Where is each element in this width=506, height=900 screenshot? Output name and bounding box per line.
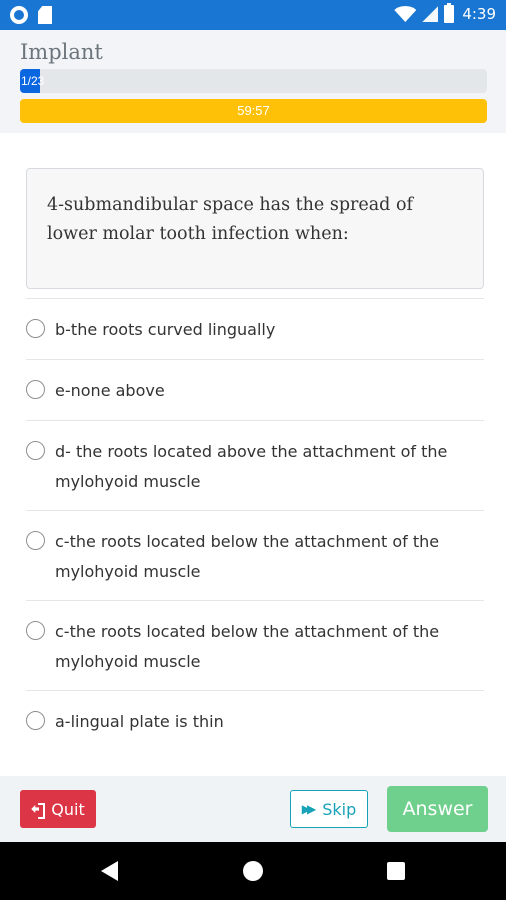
back-icon[interactable]	[101, 861, 118, 881]
answer-button[interactable]: Answer	[387, 786, 488, 832]
sd-card-icon	[38, 6, 52, 24]
answer-option[interactable]: a-lingual plate is thin	[26, 690, 484, 751]
skip-button[interactable]: ▶▶ Skip	[290, 790, 368, 828]
radio-button[interactable]	[26, 319, 45, 338]
radio-button[interactable]	[26, 711, 45, 730]
quiz-header: Implant 1/23 59:57	[0, 30, 506, 133]
answer-option[interactable]: e-none above	[26, 359, 484, 420]
quit-button[interactable]: Quit	[20, 790, 96, 828]
question-card: 4-submandibular space has the spread of …	[26, 168, 484, 289]
radio-button[interactable]	[26, 621, 45, 640]
answer-option[interactable]: c-the roots located below the attachment…	[26, 600, 484, 690]
recents-icon[interactable]	[387, 862, 405, 880]
question-progress-bar: 1/23	[20, 69, 487, 93]
answer-option[interactable]: c-the roots located below the attachment…	[26, 510, 484, 600]
question-text: 4-submandibular space has the spread of …	[47, 195, 413, 244]
quit-label: Quit	[51, 799, 85, 819]
skip-label: Skip	[322, 799, 357, 819]
signal-icon	[422, 6, 439, 22]
home-icon[interactable]	[243, 861, 263, 881]
action-footer: Quit ▶▶ Skip Answer	[0, 776, 506, 842]
status-bar: 4:39	[0, 0, 506, 30]
battery-icon	[444, 3, 455, 23]
clock: 4:39	[462, 5, 496, 23]
radio-button[interactable]	[26, 531, 45, 550]
answer-option[interactable]: d- the roots located above the attachmen…	[26, 420, 484, 510]
option-label: b-the roots curved lingually	[55, 320, 276, 339]
quiz-title: Implant	[20, 40, 103, 64]
progress-label: 1/23	[21, 74, 45, 88]
wifi-icon	[394, 6, 417, 22]
answer-options: b-the roots curved lingually e-none abov…	[26, 298, 484, 751]
system-nav-bar	[0, 842, 506, 900]
fast-forward-icon: ▶▶	[301, 802, 317, 816]
countdown-timer: 59:57	[20, 99, 487, 123]
sync-ring-icon	[10, 6, 28, 24]
radio-button[interactable]	[26, 380, 45, 399]
radio-button[interactable]	[26, 441, 45, 460]
option-label: c-the roots located below the attachment…	[55, 532, 440, 581]
answer-option[interactable]: b-the roots curved lingually	[26, 298, 484, 359]
option-label: a-lingual plate is thin	[55, 712, 224, 731]
option-label: d- the roots located above the attachmen…	[55, 442, 448, 491]
option-label: e-none above	[55, 381, 165, 400]
option-label: c-the roots located below the attachment…	[55, 622, 440, 671]
sign-out-icon	[31, 802, 46, 819]
answer-label: Answer	[402, 798, 473, 820]
